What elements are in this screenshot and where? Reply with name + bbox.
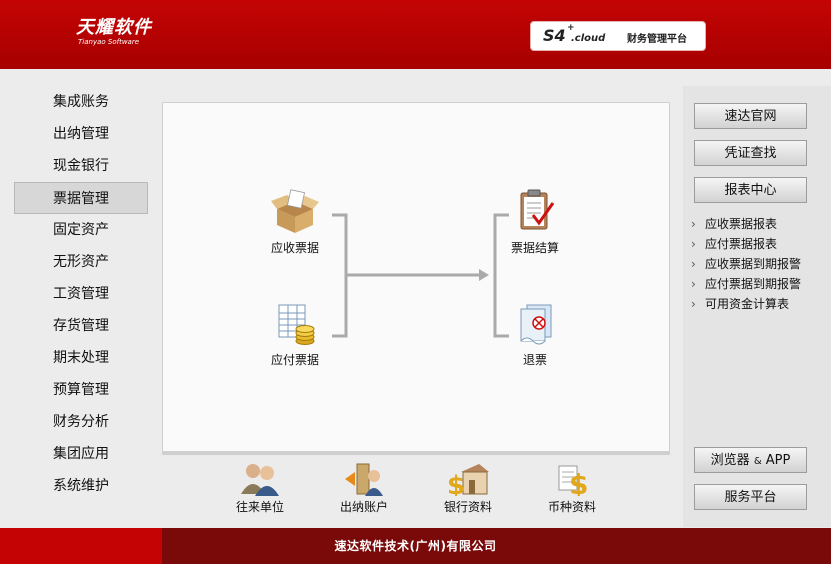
currency-shortcut[interactable]: $ 币种资料 — [532, 462, 612, 515]
report-link-payable[interactable]: › 应付票据报表 — [691, 234, 801, 254]
currency-label: 币种资料 — [547, 500, 596, 514]
panel-shadow — [162, 452, 670, 455]
refund-node[interactable]: 退票 — [495, 301, 575, 368]
open-box-icon — [271, 189, 319, 233]
chevron-right-icon: › — [691, 237, 696, 251]
report-link-receivable[interactable]: › 应收票据报表 — [691, 214, 801, 234]
notes-settlement-label: 票据结算 — [510, 241, 559, 255]
report-link-available-funds[interactable]: › 可用资金计算表 — [691, 294, 801, 314]
chevron-right-icon: › — [691, 297, 696, 311]
contacts-label: 往来单位 — [235, 500, 284, 514]
svg-text:$: $ — [569, 468, 588, 496]
report-list: › 应收票据报表 › 应付票据报表 › 应收票据到期报警 › 应付票据到期报警 › 可用资… — [691, 214, 801, 314]
platform-name: 财务管理平台 — [627, 34, 687, 45]
notes-settlement-node[interactable]: 票据结算 — [495, 189, 575, 256]
chevron-right-icon: › — [691, 277, 696, 291]
sidebar-item-group[interactable]: 集团应用 — [0, 438, 160, 470]
cashier-account-shortcut[interactable]: 出纳账户 — [324, 462, 404, 515]
clipboard-check-icon — [520, 189, 555, 230]
company-logo: 天耀软件 Tianyao Software — [76, 18, 152, 47]
flow-connectors — [332, 213, 509, 338]
ledger-coins-icon — [278, 304, 315, 345]
logo-main-text: 天耀软件 — [76, 17, 152, 38]
official-site-button[interactable]: 速达官网 — [694, 103, 807, 129]
chevron-right-icon: › — [691, 257, 696, 271]
sidebar-item-notes[interactable]: 票据管理 — [14, 182, 148, 214]
payable-notes-label: 应付票据 — [270, 353, 319, 367]
contacts-shortcut[interactable]: 往来单位 — [220, 462, 300, 515]
browser-app-label-2: APP — [765, 453, 791, 468]
sidebar-nav: 集成账务 出纳管理 现金银行 票据管理 固定资产 无形资产 工资管理 存货管理 … — [0, 86, 160, 502]
sidebar-item-period-end[interactable]: 期末处理 — [0, 342, 160, 374]
service-platform-button[interactable]: 服务平台 — [694, 484, 807, 510]
report-link-label: 应收票据到期报警 — [705, 257, 802, 271]
report-link-receivable-due[interactable]: › 应收票据到期报警 — [691, 254, 801, 274]
sidebar-item-payroll[interactable]: 工资管理 — [0, 278, 160, 310]
sidebar-item-cash-bank[interactable]: 现金银行 — [0, 150, 160, 182]
receivable-notes-label: 应收票据 — [270, 241, 319, 255]
report-center-button[interactable]: 报表中心 — [694, 177, 807, 203]
logo-sub-text: Tianyao Software — [78, 38, 140, 46]
report-link-label: 应付票据到期报警 — [705, 277, 802, 291]
bottom-shortcuts: 往来单位 出纳账户 $ 银行资料 $ 币种资料 — [200, 462, 660, 522]
platform-product: S4 — [543, 26, 566, 45]
browser-app-button[interactable]: 浏览器 & APP — [694, 447, 807, 473]
right-panel: 速达官网 凭证查找 报表中心 › 应收票据报表 › 应付票据报表 › 应收票据到期报警… — [683, 86, 831, 527]
platform-plus: + — [567, 23, 575, 33]
sidebar-item-integrated-accounting[interactable]: 集成账务 — [0, 86, 160, 118]
browser-app-amp: & — [753, 456, 762, 467]
flow-panel: 应收票据 应付票据 票据结算 退票 — [162, 102, 670, 452]
footer-company: 速达软件技术(广州)有限公司 — [334, 539, 497, 553]
platform-cloud: .cloud — [571, 33, 606, 44]
platform-badge: S4 + .cloud 财务管理平台 — [530, 21, 706, 51]
cashier-account-icon — [345, 463, 383, 496]
bank-icon: $ — [447, 464, 489, 496]
bank-shortcut[interactable]: $ 银行资料 — [428, 462, 508, 515]
report-link-label: 可用资金计算表 — [705, 297, 790, 311]
sidebar-item-inventory[interactable]: 存货管理 — [0, 310, 160, 342]
footer-bar: 速达软件技术(广州)有限公司 — [0, 528, 831, 564]
document-reject-icon — [520, 304, 552, 345]
payable-notes-node[interactable]: 应付票据 — [255, 301, 335, 368]
report-link-payable-due[interactable]: › 应付票据到期报警 — [691, 274, 801, 294]
browser-app-label: 浏览器 — [710, 453, 750, 468]
sidebar-item-system[interactable]: 系统维护 — [0, 470, 160, 502]
refund-label: 退票 — [522, 353, 547, 367]
svg-text:$: $ — [447, 471, 465, 496]
sidebar-item-fixed-assets[interactable]: 固定资产 — [0, 214, 160, 246]
sidebar-item-cashier[interactable]: 出纳管理 — [0, 118, 160, 150]
report-link-label: 应收票据报表 — [705, 217, 778, 231]
cashier-account-label: 出纳账户 — [339, 500, 388, 514]
sidebar-item-intangible-assets[interactable]: 无形资产 — [0, 246, 160, 278]
chevron-right-icon: › — [691, 217, 696, 231]
voucher-search-button[interactable]: 凭证查找 — [694, 140, 807, 166]
currency-icon: $ — [558, 465, 588, 496]
receivable-notes-node[interactable]: 应收票据 — [255, 189, 335, 256]
header-bar: 天耀软件 Tianyao Software S4 + .cloud 财务管理平台 — [0, 0, 831, 69]
contacts-icon — [241, 464, 279, 496]
sidebar-item-budget[interactable]: 预算管理 — [0, 374, 160, 406]
bank-label: 银行资料 — [443, 500, 492, 514]
sidebar-item-financial-analysis[interactable]: 财务分析 — [0, 406, 160, 438]
report-link-label: 应付票据报表 — [705, 237, 778, 251]
